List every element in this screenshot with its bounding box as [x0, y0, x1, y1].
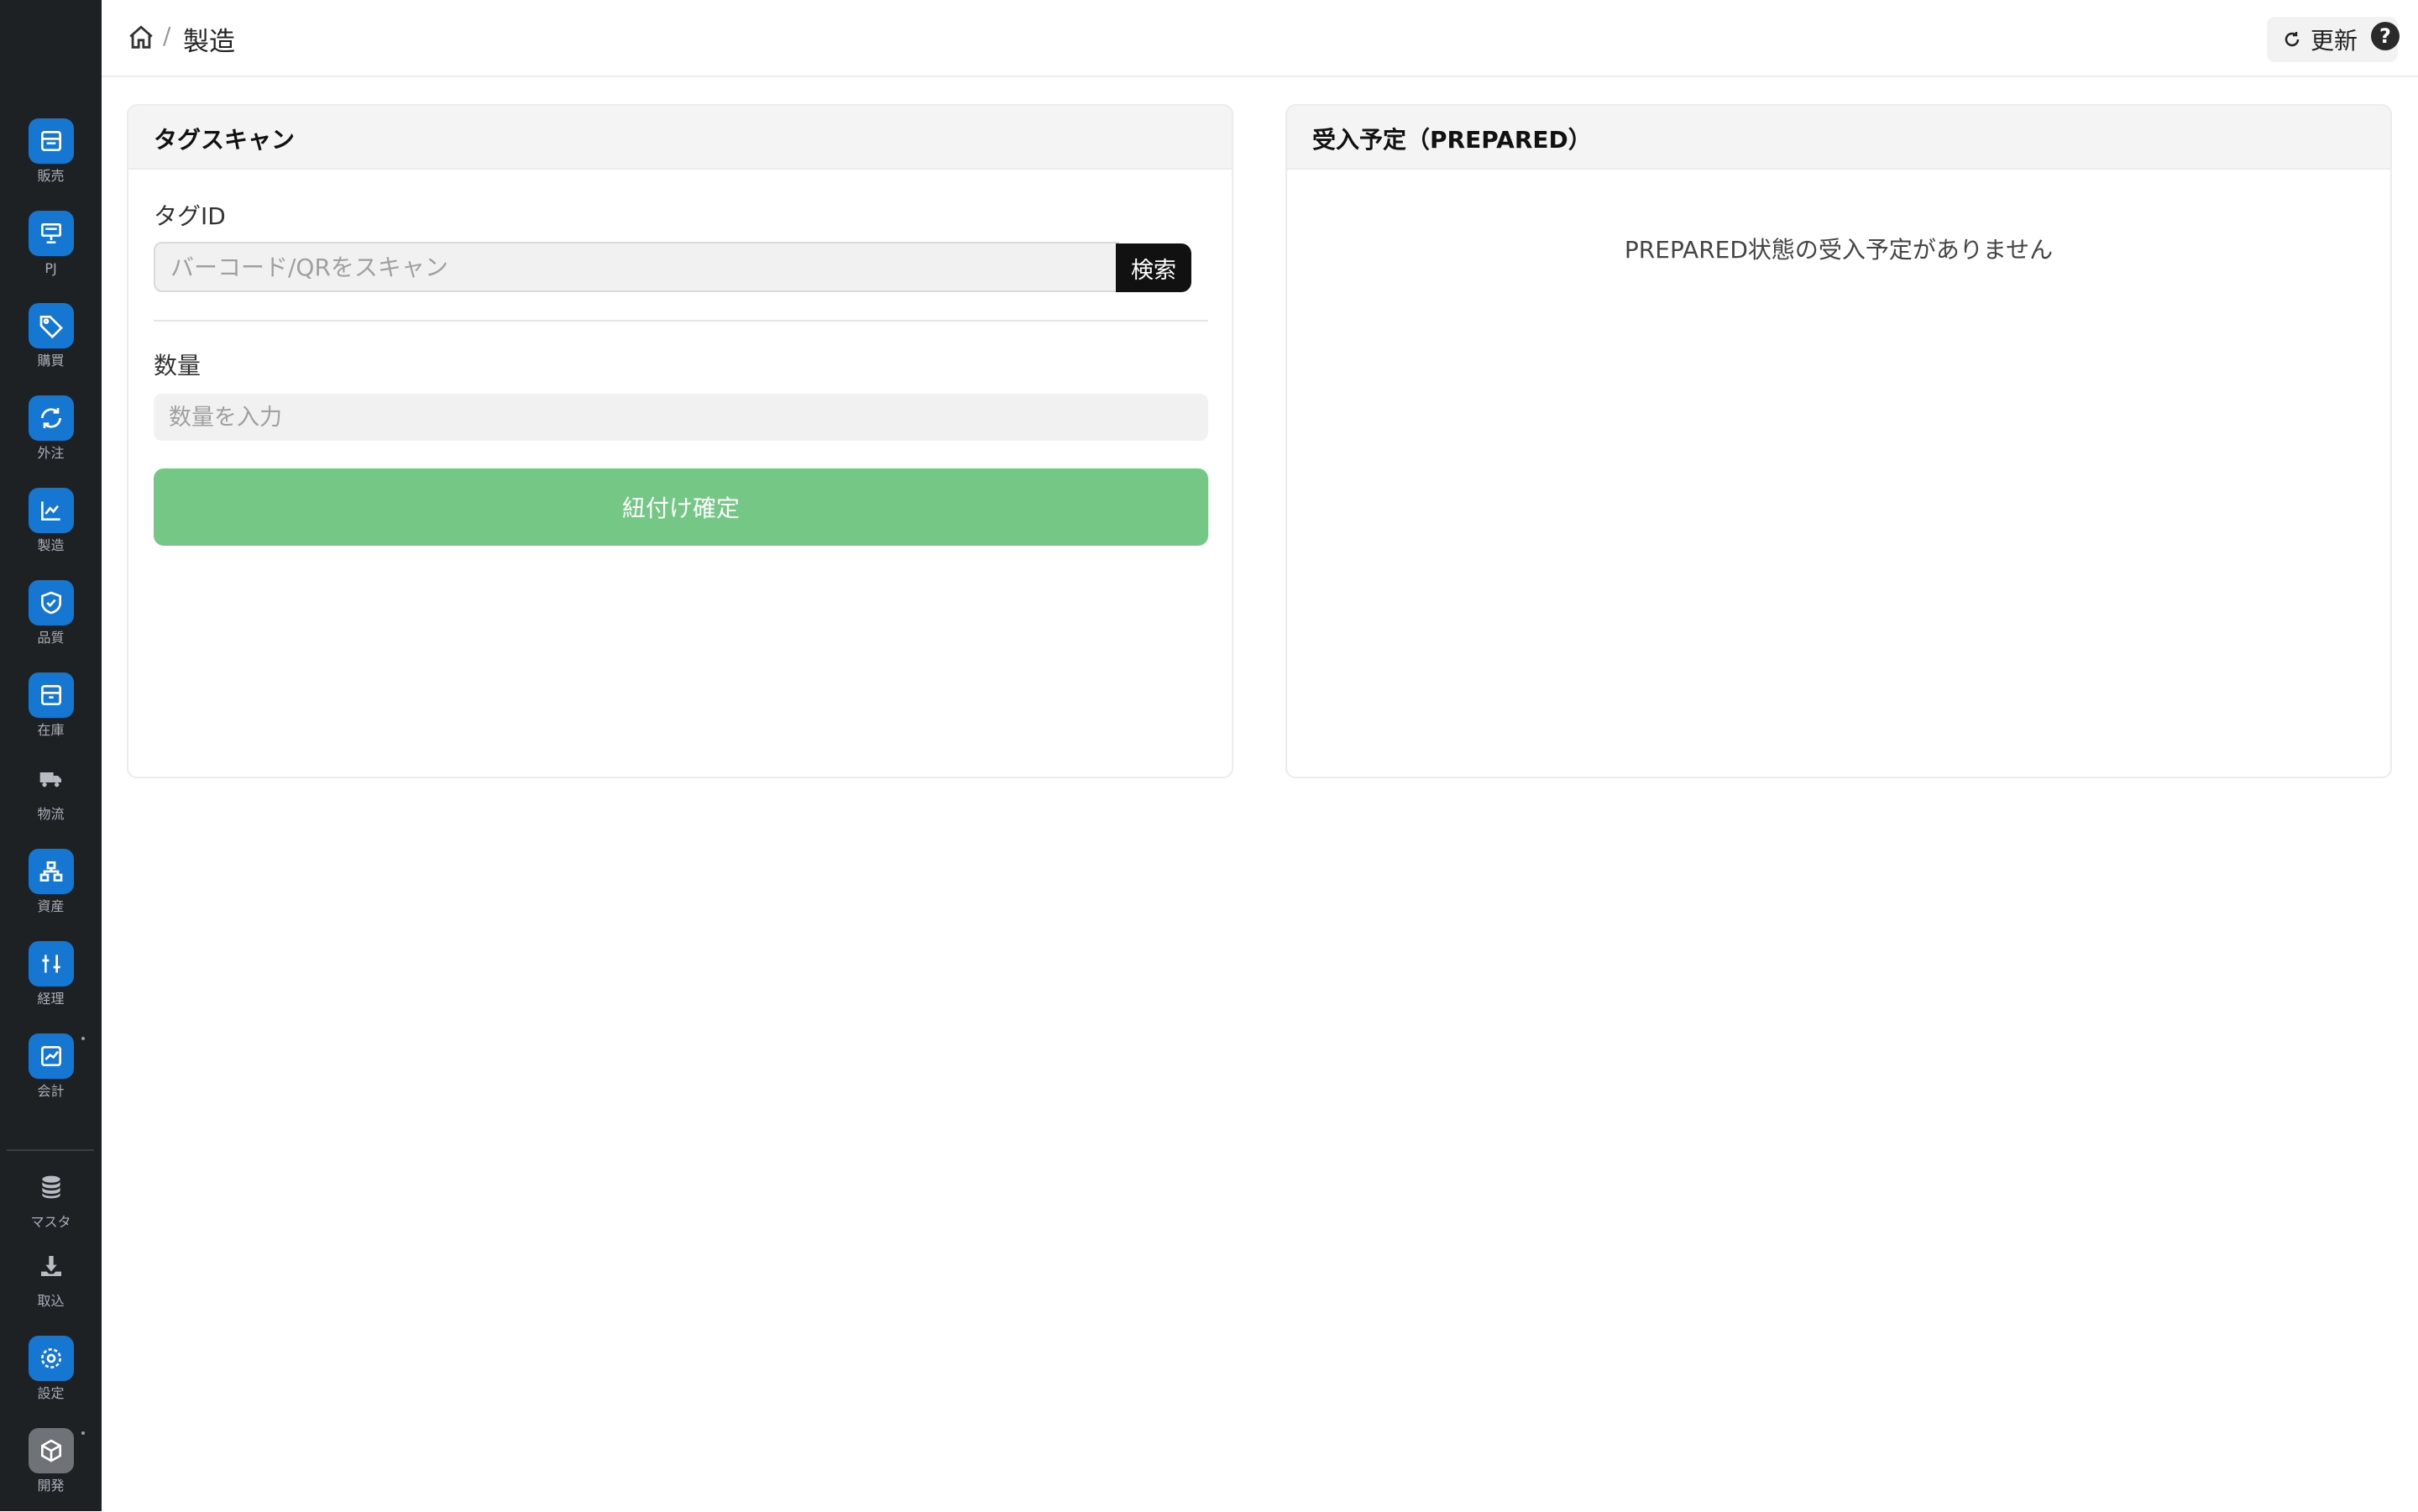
prepared-receipts-card: 受入予定（PREPARED） PREPARED状態の受入予定がありません: [1285, 104, 2392, 778]
sidebar-item-import[interactable]: 取込: [0, 1243, 102, 1327]
sidebar-item-label: 開発: [37, 1478, 65, 1494]
refresh-icon: [2285, 32, 2300, 47]
tag-scan-title: タグスキャン: [128, 106, 1232, 170]
sidebar: 販売 PJ 購買 外注 製造 品質 在庫 物流 資産 経理 会計 マスタ 取込 …: [0, 0, 102, 1511]
download-icon: [29, 1243, 74, 1289]
tag-id-label: タグID: [154, 202, 226, 230]
sidebar-item-accounting-ops[interactable]: 経理: [0, 941, 102, 1025]
nav-indicator-dot: [81, 1431, 85, 1435]
breadcrumb-separator: /: [163, 22, 171, 50]
sidebar-item-label: 製造: [37, 537, 65, 553]
sliders-icon: [28, 941, 74, 986]
sidebar-item-label: 取込: [37, 1293, 65, 1309]
top-header: / 製造 更新 ?: [102, 0, 2418, 77]
quantity-input[interactable]: [154, 394, 1208, 441]
sidebar-item-label: 在庫: [37, 722, 65, 738]
chart-icon: [28, 488, 74, 533]
sidebar-item-finance[interactable]: 会計: [0, 1033, 102, 1117]
refresh-label: 更新: [2311, 27, 2358, 55]
hierarchy-icon: [28, 849, 74, 894]
sidebar-item-inventory[interactable]: 在庫: [0, 672, 102, 756]
sidebar-item-label: 会計: [37, 1083, 65, 1099]
gear-icon: [28, 1336, 74, 1381]
sidebar-item-logistics[interactable]: 物流: [0, 756, 102, 840]
sidebar-item-sales[interactable]: 販売: [0, 118, 102, 202]
box-icon: [28, 672, 74, 718]
sidebar-item-assets[interactable]: 資産: [0, 849, 102, 933]
nav-indicator-dot: [81, 1037, 85, 1040]
sidebar-item-outsource[interactable]: 外注: [0, 395, 102, 479]
search-button[interactable]: 検索: [1116, 243, 1191, 292]
help-icon[interactable]: ?: [2371, 22, 2400, 50]
sidebar-item-label: 外注: [37, 445, 65, 461]
sidebar-item-pj[interactable]: PJ: [0, 211, 102, 295]
presentation-icon: [28, 211, 74, 256]
sidebar-item-manufacturing[interactable]: 製造: [0, 488, 102, 572]
quantity-label: 数量: [154, 352, 202, 379]
sidebar-item-label: PJ: [44, 260, 57, 276]
storefront-icon: [28, 118, 74, 164]
sidebar-item-label: 販売: [37, 168, 65, 184]
sidebar-item-label: 資産: [37, 898, 65, 914]
database-icon: [29, 1164, 74, 1210]
section-divider: [154, 320, 1208, 322]
refresh-icon: [28, 395, 74, 441]
sidebar-item-label: 購買: [37, 353, 65, 369]
truck-icon: [29, 756, 74, 802]
empty-state-message: PREPARED状態の受入予定がありません: [1624, 236, 2054, 264]
tag-scan-card: タグスキャン タグID 検索 数量 紐付け確定: [127, 104, 1233, 778]
sidebar-item-quality[interactable]: 品質: [0, 580, 102, 664]
tag-id-input[interactable]: [154, 242, 1119, 292]
sidebar-item-purchase[interactable]: 購買: [0, 303, 102, 387]
sidebar-item-settings[interactable]: 設定: [0, 1336, 102, 1420]
ledger-chart-icon: [28, 1033, 74, 1079]
sidebar-item-label: 経理: [37, 991, 65, 1007]
sidebar-item-label: 設定: [37, 1385, 65, 1401]
sidebar-item-dev[interactable]: 開発: [0, 1428, 102, 1512]
tag-icon: [28, 303, 74, 348]
sidebar-divider: [7, 1149, 94, 1151]
sidebar-item-label: 物流: [37, 806, 65, 822]
sidebar-item-master[interactable]: マスタ: [0, 1164, 102, 1248]
prepared-title: 受入予定（PREPARED）: [1287, 106, 2390, 170]
confirm-link-button[interactable]: 紐付け確定: [154, 468, 1208, 546]
shield-check-icon: [28, 580, 74, 625]
home-icon[interactable]: [127, 24, 155, 52]
cube-icon: [28, 1428, 74, 1473]
breadcrumb-current: 製造: [183, 27, 235, 57]
sidebar-item-label: マスタ: [30, 1214, 71, 1230]
sidebar-item-label: 品質: [37, 630, 65, 646]
